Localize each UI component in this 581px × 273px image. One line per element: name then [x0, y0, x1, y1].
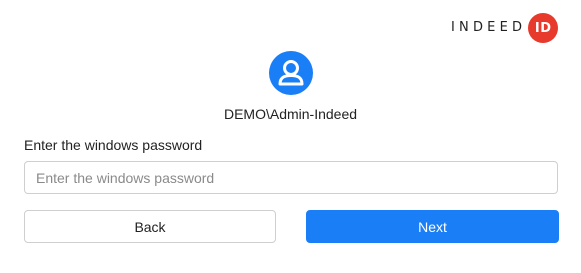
logo-wordmark: INDEED — [451, 20, 527, 35]
logo-badge: ID — [528, 13, 559, 43]
password-label: Enter the windows password — [24, 137, 203, 153]
next-button[interactable]: Next — [306, 210, 559, 243]
password-input[interactable] — [24, 161, 558, 194]
account-name: DEMO\Admin-Indeed — [223, 106, 358, 122]
user-avatar-icon — [269, 51, 313, 95]
indeed-id-logo: INDEED ID — [451, 13, 559, 43]
back-button[interactable]: Back — [24, 210, 276, 243]
